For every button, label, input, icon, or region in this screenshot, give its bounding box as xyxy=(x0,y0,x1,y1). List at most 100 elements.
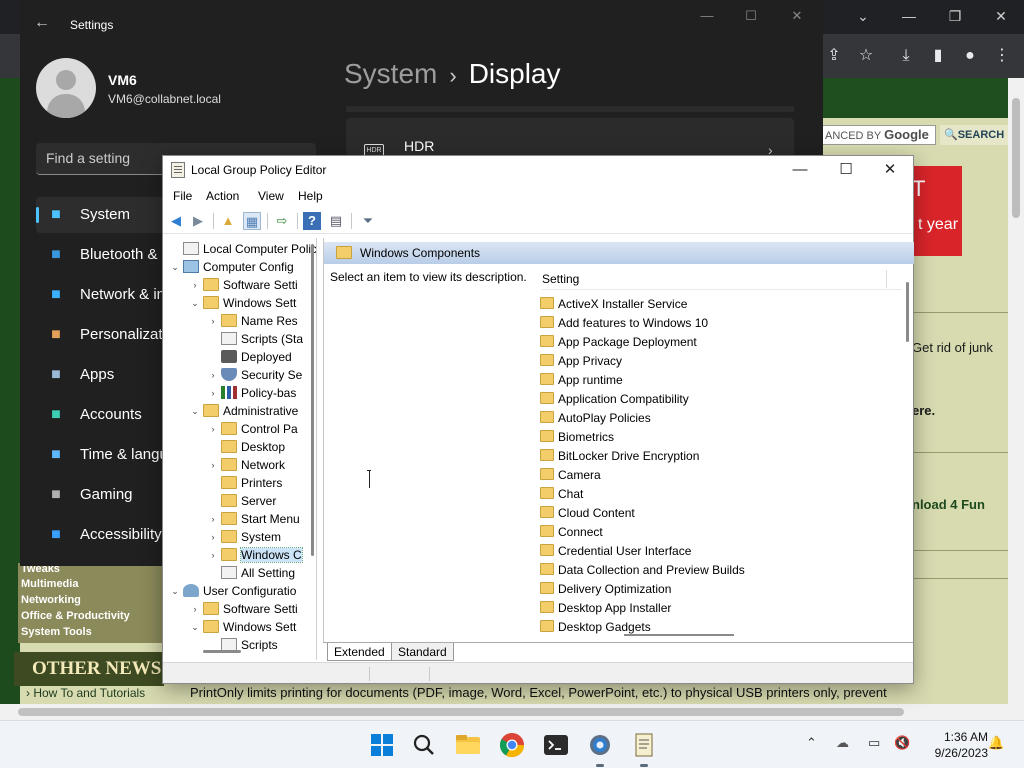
tree-node[interactable]: › Software Setti xyxy=(163,600,313,618)
profile-icon[interactable]: ● xyxy=(958,44,982,68)
group-policy-editor-taskbar-icon[interactable] xyxy=(630,731,658,767)
list-item[interactable]: ActiveX Installer Service xyxy=(540,294,880,313)
category-link[interactable]: System Tools xyxy=(21,626,92,638)
side-panel-icon[interactable]: ▮ xyxy=(926,44,950,68)
tree-node[interactable]: › Software Setti xyxy=(163,276,313,294)
terminal-icon[interactable] xyxy=(542,731,570,759)
collapse-chevron-icon[interactable]: ⌄ xyxy=(169,583,181,599)
volume-muted-icon[interactable]: 🔇 xyxy=(894,735,910,751)
expand-chevron-icon[interactable]: › xyxy=(207,529,219,545)
page-vertical-scrollbar[interactable] xyxy=(1008,78,1024,704)
collapse-chevron-icon[interactable]: ⌄ xyxy=(189,403,201,419)
list-item[interactable]: App Package Deployment xyxy=(540,332,880,351)
settings-app-icon[interactable] xyxy=(586,731,614,767)
tree-node[interactable]: ⌄ Windows Sett xyxy=(163,618,313,636)
clock[interactable]: 1:36 AM 9/26/2023 xyxy=(918,729,988,761)
gpe-maximize-button[interactable]: ☐ xyxy=(823,156,869,184)
expand-chevron-icon[interactable]: › xyxy=(207,313,219,329)
list-item[interactable]: App Privacy xyxy=(540,351,880,370)
settings-close-button[interactable]: ✕ xyxy=(782,8,812,28)
help-icon[interactable]: ? xyxy=(303,212,321,230)
list-item[interactable]: AutoPlay Policies xyxy=(540,408,880,427)
list-horizontal-scrollbar[interactable] xyxy=(324,630,902,640)
expand-chevron-icon[interactable]: › xyxy=(207,457,219,473)
file-explorer-icon[interactable] xyxy=(454,731,482,759)
browser-close-button[interactable]: ✕ xyxy=(978,4,1024,28)
tree-node[interactable]: › Security Se xyxy=(163,366,313,384)
tab-extended[interactable]: Extended xyxy=(327,643,392,661)
collapse-chevron-icon[interactable]: ⌄ xyxy=(169,259,181,275)
bookmark-star-icon[interactable]: ☆ xyxy=(854,44,878,68)
category-link[interactable]: Multimedia xyxy=(21,578,78,590)
tree-node[interactable]: ⌄ Windows Sett xyxy=(163,294,313,312)
web-search-button[interactable]: 🔍SEARCH xyxy=(940,125,1010,145)
download-icon[interactable]: ⤓ xyxy=(894,44,918,68)
tree-vertical-scrollbar[interactable] xyxy=(309,238,316,642)
tree-horizontal-scrollbar[interactable] xyxy=(163,646,313,656)
menu-action[interactable]: Action xyxy=(206,189,239,203)
tree-node[interactable]: ⌄ Computer Config xyxy=(163,258,313,276)
web-download-link[interactable]: nload 4 Fun xyxy=(912,497,985,512)
search-icon[interactable] xyxy=(410,731,438,759)
web-article-text[interactable]: Get rid of junk xyxy=(912,340,993,355)
tree-node[interactable]: Printers xyxy=(163,474,313,492)
collapse-chevron-icon[interactable]: ⌄ xyxy=(189,295,201,311)
list-item[interactable]: App runtime xyxy=(540,370,880,389)
browser-menu-icon[interactable]: ⋮ xyxy=(990,44,1014,68)
gpe-minimize-button[interactable]: — xyxy=(777,156,823,184)
forward-icon[interactable]: ▶ xyxy=(189,212,207,230)
tree-node[interactable]: All Setting xyxy=(163,564,313,582)
tab-standard[interactable]: Standard xyxy=(391,643,454,661)
list-item[interactable]: Connect xyxy=(540,522,880,541)
tree-node[interactable]: Local Computer Polic xyxy=(163,240,316,258)
tree-node[interactable]: Desktop xyxy=(163,438,313,456)
setting-column-header[interactable]: Setting xyxy=(542,268,902,290)
tree-node[interactable]: › Windows C xyxy=(163,546,313,564)
category-link[interactable]: Networking xyxy=(21,594,81,606)
settings-minimize-button[interactable]: — xyxy=(692,8,722,28)
avatar[interactable] xyxy=(36,58,96,118)
list-item[interactable]: Application Compatibility xyxy=(540,389,880,408)
tree-node[interactable]: Deployed xyxy=(163,348,313,366)
list-item[interactable]: Cloud Content xyxy=(540,503,880,522)
tree-node[interactable]: Server xyxy=(163,492,313,510)
expand-chevron-icon[interactable]: › xyxy=(207,547,219,563)
tree-node[interactable]: › Name Res xyxy=(163,312,313,330)
tree-node[interactable]: ⌄ Administrative xyxy=(163,402,313,420)
tree-node[interactable]: › Network xyxy=(163,456,313,474)
tree-node[interactable]: › System xyxy=(163,528,313,546)
list-item[interactable]: BitLocker Drive Encryption xyxy=(540,446,880,465)
howto-link[interactable]: › How To and Tutorials xyxy=(14,686,174,704)
expand-chevron-icon[interactable]: › xyxy=(207,421,219,437)
menu-view[interactable]: View xyxy=(258,189,284,203)
list-item[interactable]: Camera xyxy=(540,465,880,484)
menu-file[interactable]: File xyxy=(173,189,192,203)
tree-node[interactable]: ⌄ User Configuratio xyxy=(163,582,313,600)
up-folder-icon[interactable]: ▲ xyxy=(219,212,237,230)
start-button[interactable] xyxy=(368,731,396,759)
notification-bell-icon[interactable]: 🔔 xyxy=(988,735,1004,751)
browser-restore-button[interactable]: ❐ xyxy=(932,4,978,28)
collapse-chevron-icon[interactable]: ⌄ xyxy=(189,619,201,635)
list-item[interactable]: Chat xyxy=(540,484,880,503)
category-link[interactable]: Office & Productivity xyxy=(21,610,130,622)
filter-icon[interactable]: ⏷ xyxy=(359,212,377,230)
expand-chevron-icon[interactable]: › xyxy=(207,385,219,401)
list-item[interactable]: Credential User Interface xyxy=(540,541,880,560)
news-snippet[interactable]: PrintOnly limits printing for documents … xyxy=(190,685,1010,703)
list-item[interactable]: Biometrics xyxy=(540,427,880,446)
list-vertical-scrollbar[interactable] xyxy=(902,268,914,640)
browser-minimize-button[interactable]: — xyxy=(886,4,932,28)
cloud-icon[interactable]: ☁ xyxy=(836,735,849,751)
list-item[interactable]: Data Collection and Preview Builds xyxy=(540,560,880,579)
menu-help[interactable]: Help xyxy=(298,189,323,203)
share-icon[interactable]: ⇪ xyxy=(822,44,846,68)
chevron-up-icon[interactable]: ⌃ xyxy=(806,735,817,751)
page-horizontal-scrollbar[interactable] xyxy=(0,704,1024,720)
google-search-input[interactable]: ANCED BY Google xyxy=(820,125,936,145)
tree-node[interactable]: Scripts (Sta xyxy=(163,330,313,348)
settings-maximize-button[interactable]: ☐ xyxy=(736,8,766,28)
list-item[interactable]: Delivery Optimization xyxy=(540,579,880,598)
breadcrumb-system-link[interactable]: System xyxy=(344,58,437,89)
tree-node[interactable]: › Policy-bas xyxy=(163,384,313,402)
